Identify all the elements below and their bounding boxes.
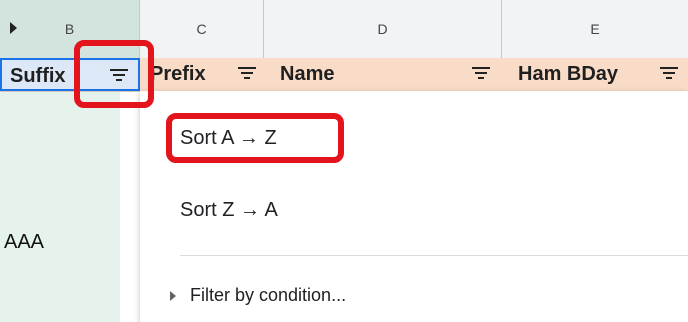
expand-triangle-icon (170, 291, 176, 302)
table-row[interactable] (0, 140, 120, 181)
filter-by-condition-item[interactable]: Filter by condition... (170, 285, 346, 306)
column-header-e[interactable]: E (502, 0, 688, 58)
table-row[interactable] (0, 180, 120, 221)
column-header-d[interactable]: D (264, 0, 502, 58)
header-prefix-label: Prefix (150, 63, 206, 85)
header-name-label: Name (280, 63, 335, 85)
filter-icon[interactable] (472, 67, 492, 81)
filter-icon[interactable] (238, 67, 258, 81)
header-suffix-label: Suffix (10, 65, 66, 87)
filter-by-condition-label: Filter by condition... (190, 285, 347, 305)
cell-suffix-value: AAA (4, 231, 45, 253)
table-row[interactable] (0, 300, 120, 322)
column-letter-c: C (196, 21, 207, 37)
header-cell-prefix[interactable]: Prefix (142, 58, 264, 91)
column-letter-b: B (64, 21, 75, 37)
header-cell-ham-bday[interactable]: Ham BDay (510, 58, 688, 91)
header-cell-name[interactable]: Name (272, 58, 502, 91)
highlight-box-filter-button (74, 40, 154, 108)
highlight-box-sort-a-z (166, 113, 344, 163)
sort-z-a-label: Sort Z → A (180, 199, 278, 221)
menu-divider (180, 255, 688, 256)
sort-z-a-menu-item[interactable]: Sort Z → A (180, 199, 278, 222)
column-header-c[interactable]: C (140, 0, 264, 58)
table-row[interactable] (0, 260, 120, 301)
filter-icon[interactable] (660, 67, 680, 81)
table-row[interactable]: AAA (0, 220, 120, 261)
header-ham-bday-label: Ham BDay (518, 63, 619, 85)
expand-arrow-icon[interactable] (10, 22, 17, 34)
column-letter-d: D (377, 21, 388, 37)
column-letter-e: E (590, 21, 600, 37)
